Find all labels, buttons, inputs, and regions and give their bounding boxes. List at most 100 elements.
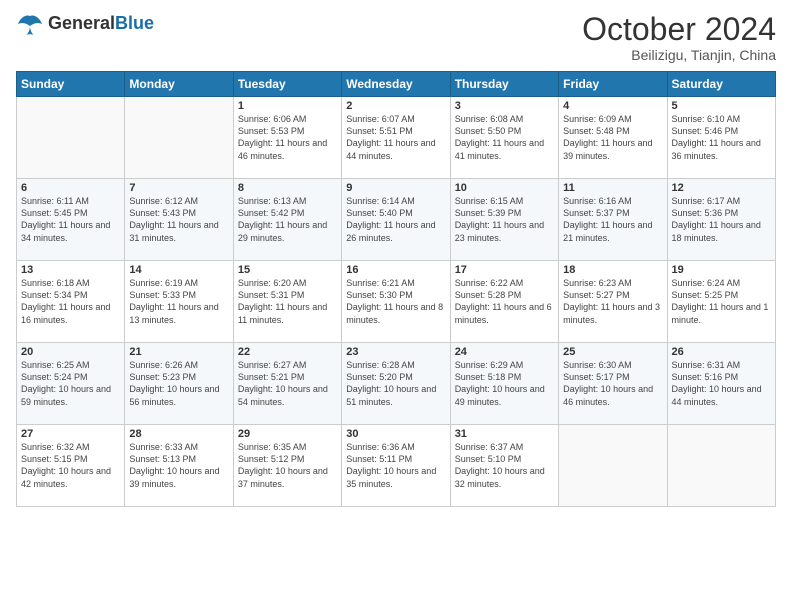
calendar-table: SundayMondayTuesdayWednesdayThursdayFrid… [16,71,776,507]
day-number: 8 [238,182,337,194]
day-detail: Sunrise: 6:26 AM Sunset: 5:23 PM Dayligh… [129,359,228,408]
header-row: SundayMondayTuesdayWednesdayThursdayFrid… [17,72,776,97]
day-number: 1 [238,100,337,112]
header-cell-tuesday: Tuesday [233,72,341,97]
day-number: 15 [238,264,337,276]
calendar-cell: 2Sunrise: 6:07 AM Sunset: 5:51 PM Daylig… [342,97,450,179]
calendar-cell: 18Sunrise: 6:23 AM Sunset: 5:27 PM Dayli… [559,261,667,343]
day-number: 11 [563,182,662,194]
day-detail: Sunrise: 6:33 AM Sunset: 5:13 PM Dayligh… [129,441,228,490]
logo-text: GeneralBlue [48,14,154,34]
day-number: 6 [21,182,120,194]
calendar-cell: 20Sunrise: 6:25 AM Sunset: 5:24 PM Dayli… [17,343,125,425]
day-number: 26 [672,346,771,358]
day-detail: Sunrise: 6:36 AM Sunset: 5:11 PM Dayligh… [346,441,445,490]
day-number: 31 [455,428,554,440]
day-detail: Sunrise: 6:22 AM Sunset: 5:28 PM Dayligh… [455,277,554,326]
logo: GeneralBlue [16,12,154,36]
day-detail: Sunrise: 6:25 AM Sunset: 5:24 PM Dayligh… [21,359,120,408]
header-cell-wednesday: Wednesday [342,72,450,97]
day-number: 12 [672,182,771,194]
day-number: 18 [563,264,662,276]
calendar-week-2: 6Sunrise: 6:11 AM Sunset: 5:45 PM Daylig… [17,179,776,261]
day-detail: Sunrise: 6:19 AM Sunset: 5:33 PM Dayligh… [129,277,228,326]
day-number: 10 [455,182,554,194]
calendar-cell: 27Sunrise: 6:32 AM Sunset: 5:15 PM Dayli… [17,425,125,507]
header-cell-thursday: Thursday [450,72,558,97]
calendar-cell: 1Sunrise: 6:06 AM Sunset: 5:53 PM Daylig… [233,97,341,179]
header-cell-saturday: Saturday [667,72,775,97]
calendar-cell: 23Sunrise: 6:28 AM Sunset: 5:20 PM Dayli… [342,343,450,425]
day-number: 25 [563,346,662,358]
calendar-week-3: 13Sunrise: 6:18 AM Sunset: 5:34 PM Dayli… [17,261,776,343]
day-number: 28 [129,428,228,440]
calendar-cell: 9Sunrise: 6:14 AM Sunset: 5:40 PM Daylig… [342,179,450,261]
day-number: 9 [346,182,445,194]
calendar-cell: 12Sunrise: 6:17 AM Sunset: 5:36 PM Dayli… [667,179,775,261]
day-detail: Sunrise: 6:11 AM Sunset: 5:45 PM Dayligh… [21,195,120,244]
day-detail: Sunrise: 6:31 AM Sunset: 5:16 PM Dayligh… [672,359,771,408]
header: GeneralBlue October 2024 Beilizigu, Tian… [16,12,776,63]
calendar-cell: 6Sunrise: 6:11 AM Sunset: 5:45 PM Daylig… [17,179,125,261]
day-number: 16 [346,264,445,276]
day-number: 23 [346,346,445,358]
header-cell-sunday: Sunday [17,72,125,97]
day-detail: Sunrise: 6:13 AM Sunset: 5:42 PM Dayligh… [238,195,337,244]
calendar-cell: 3Sunrise: 6:08 AM Sunset: 5:50 PM Daylig… [450,97,558,179]
day-detail: Sunrise: 6:29 AM Sunset: 5:18 PM Dayligh… [455,359,554,408]
calendar-cell: 10Sunrise: 6:15 AM Sunset: 5:39 PM Dayli… [450,179,558,261]
calendar-cell: 19Sunrise: 6:24 AM Sunset: 5:25 PM Dayli… [667,261,775,343]
day-detail: Sunrise: 6:15 AM Sunset: 5:39 PM Dayligh… [455,195,554,244]
calendar-week-5: 27Sunrise: 6:32 AM Sunset: 5:15 PM Dayli… [17,425,776,507]
day-detail: Sunrise: 6:17 AM Sunset: 5:36 PM Dayligh… [672,195,771,244]
day-detail: Sunrise: 6:35 AM Sunset: 5:12 PM Dayligh… [238,441,337,490]
calendar-cell [559,425,667,507]
calendar-cell: 15Sunrise: 6:20 AM Sunset: 5:31 PM Dayli… [233,261,341,343]
day-detail: Sunrise: 6:07 AM Sunset: 5:51 PM Dayligh… [346,113,445,162]
day-number: 20 [21,346,120,358]
calendar-week-1: 1Sunrise: 6:06 AM Sunset: 5:53 PM Daylig… [17,97,776,179]
day-number: 14 [129,264,228,276]
day-number: 2 [346,100,445,112]
calendar-cell: 22Sunrise: 6:27 AM Sunset: 5:21 PM Dayli… [233,343,341,425]
day-number: 4 [563,100,662,112]
day-number: 21 [129,346,228,358]
day-number: 19 [672,264,771,276]
day-detail: Sunrise: 6:30 AM Sunset: 5:17 PM Dayligh… [563,359,662,408]
day-detail: Sunrise: 6:21 AM Sunset: 5:30 PM Dayligh… [346,277,445,326]
calendar-cell: 4Sunrise: 6:09 AM Sunset: 5:48 PM Daylig… [559,97,667,179]
calendar-cell: 16Sunrise: 6:21 AM Sunset: 5:30 PM Dayli… [342,261,450,343]
calendar-cell: 7Sunrise: 6:12 AM Sunset: 5:43 PM Daylig… [125,179,233,261]
calendar-cell: 5Sunrise: 6:10 AM Sunset: 5:46 PM Daylig… [667,97,775,179]
day-number: 7 [129,182,228,194]
day-detail: Sunrise: 6:08 AM Sunset: 5:50 PM Dayligh… [455,113,554,162]
day-detail: Sunrise: 6:06 AM Sunset: 5:53 PM Dayligh… [238,113,337,162]
day-number: 27 [21,428,120,440]
calendar-title: October 2024 [582,12,776,47]
day-detail: Sunrise: 6:10 AM Sunset: 5:46 PM Dayligh… [672,113,771,162]
calendar-subtitle: Beilizigu, Tianjin, China [582,47,776,63]
day-detail: Sunrise: 6:16 AM Sunset: 5:37 PM Dayligh… [563,195,662,244]
calendar-cell: 14Sunrise: 6:19 AM Sunset: 5:33 PM Dayli… [125,261,233,343]
calendar-cell: 28Sunrise: 6:33 AM Sunset: 5:13 PM Dayli… [125,425,233,507]
day-detail: Sunrise: 6:37 AM Sunset: 5:10 PM Dayligh… [455,441,554,490]
calendar-cell [17,97,125,179]
day-number: 29 [238,428,337,440]
day-detail: Sunrise: 6:23 AM Sunset: 5:27 PM Dayligh… [563,277,662,326]
calendar-cell: 26Sunrise: 6:31 AM Sunset: 5:16 PM Dayli… [667,343,775,425]
calendar-cell: 21Sunrise: 6:26 AM Sunset: 5:23 PM Dayli… [125,343,233,425]
day-detail: Sunrise: 6:09 AM Sunset: 5:48 PM Dayligh… [563,113,662,162]
calendar-cell: 25Sunrise: 6:30 AM Sunset: 5:17 PM Dayli… [559,343,667,425]
day-detail: Sunrise: 6:24 AM Sunset: 5:25 PM Dayligh… [672,277,771,326]
calendar-cell [667,425,775,507]
day-number: 5 [672,100,771,112]
header-cell-friday: Friday [559,72,667,97]
calendar-cell: 17Sunrise: 6:22 AM Sunset: 5:28 PM Dayli… [450,261,558,343]
logo-icon [16,12,44,36]
day-number: 30 [346,428,445,440]
day-number: 3 [455,100,554,112]
day-number: 24 [455,346,554,358]
calendar-cell: 13Sunrise: 6:18 AM Sunset: 5:34 PM Dayli… [17,261,125,343]
header-cell-monday: Monday [125,72,233,97]
day-detail: Sunrise: 6:32 AM Sunset: 5:15 PM Dayligh… [21,441,120,490]
